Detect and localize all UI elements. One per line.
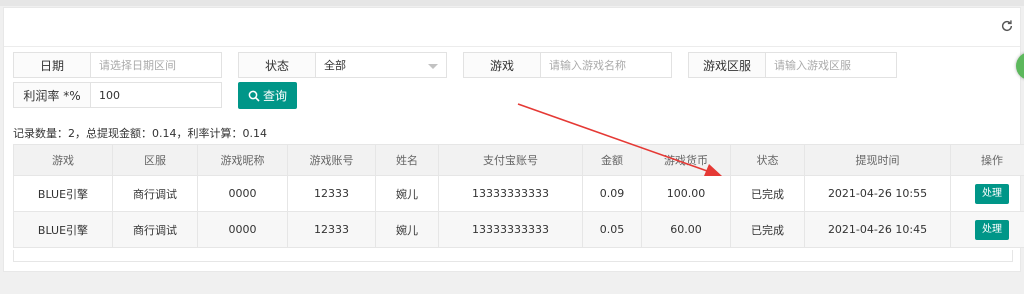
server-filter: 游戏区服 <box>688 52 897 78</box>
cell-time: 2021-04-26 10:55 <box>804 175 951 212</box>
cell-nickname: 0000 <box>197 211 288 248</box>
top-bar <box>0 0 1024 6</box>
cell-account: 12333 <box>287 175 376 212</box>
cell-server: 商行调试 <box>112 175 198 212</box>
status-filter: 状态 全部 <box>238 52 447 78</box>
profit-rate-input[interactable] <box>91 83 221 107</box>
cell-name: 婉儿 <box>375 175 439 212</box>
column-header: 操作 <box>950 144 1024 176</box>
panel-header <box>4 8 1020 47</box>
cell-game: BLUE引擎 <box>13 175 113 212</box>
cell-nickname: 0000 <box>197 175 288 212</box>
cell-amount: 0.05 <box>582 211 642 248</box>
search-button[interactable]: 查询 <box>238 82 297 109</box>
column-header: 提现时间 <box>804 144 951 176</box>
cell-currency: 60.00 <box>641 211 731 248</box>
handle-button[interactable]: 处理 <box>975 219 1009 240</box>
date-label: 日期 <box>14 53 91 77</box>
status-select[interactable]: 全部 <box>316 53 446 77</box>
column-header: 区服 <box>112 144 198 176</box>
game-label: 游戏 <box>464 53 541 77</box>
status-label: 状态 <box>239 53 316 77</box>
cell-currency: 100.00 <box>641 175 731 212</box>
cell-name: 婉儿 <box>375 211 439 248</box>
table-row: BLUE引擎 商行调试 0000 12333 婉儿 13333333333 0.… <box>13 175 1024 212</box>
cell-alipay: 13333333333 <box>438 175 583 212</box>
column-header: 姓名 <box>375 144 439 176</box>
withdrawal-table: 游戏 区服 游戏昵称 游戏账号 姓名 支付宝账号 金额 游戏货币 状态 提现时间… <box>13 144 1024 248</box>
game-name-input[interactable] <box>541 53 671 77</box>
cell-server: 商行调试 <box>112 211 198 248</box>
cell-game: BLUE引擎 <box>13 211 113 248</box>
game-filter: 游戏 <box>463 52 672 78</box>
cell-alipay: 13333333333 <box>438 211 583 248</box>
column-header: 游戏昵称 <box>197 144 288 176</box>
date-filter: 日期 <box>13 52 222 78</box>
date-range-input[interactable] <box>91 53 221 77</box>
cell-account: 12333 <box>287 211 376 248</box>
game-server-input[interactable] <box>766 53 896 77</box>
cell-amount: 0.09 <box>582 175 642 212</box>
column-header: 支付宝账号 <box>438 144 583 176</box>
table-header-row: 游戏 区服 游戏昵称 游戏账号 姓名 支付宝账号 金额 游戏货币 状态 提现时间… <box>13 144 1024 176</box>
column-header: 状态 <box>730 144 805 176</box>
server-label: 游戏区服 <box>689 53 766 77</box>
column-header: 游戏账号 <box>287 144 376 176</box>
search-button-label: 查询 <box>262 89 287 103</box>
cell-time: 2021-04-26 10:45 <box>804 211 951 248</box>
chevron-down-icon <box>428 64 438 69</box>
refresh-icon[interactable] <box>1000 19 1014 33</box>
profit-rate-label: 利润率 *% <box>14 83 91 107</box>
profit-rate-filter: 利润率 *% <box>13 82 222 108</box>
record-summary: 记录数量：2，总提现金额：0.14，利率计算：0.14 <box>13 127 267 140</box>
handle-button[interactable]: 处理 <box>975 183 1009 204</box>
table-row: BLUE引擎 商行调试 0000 12333 婉儿 13333333333 0.… <box>13 211 1024 248</box>
status-badge: 已完成 <box>730 211 805 248</box>
search-icon <box>248 90 260 102</box>
table-footer <box>13 250 1013 262</box>
status-select-value: 全部 <box>324 59 346 72</box>
cell-actions: 处理 <box>950 175 1024 212</box>
cell-actions: 处理 <box>950 211 1024 248</box>
column-header: 游戏货币 <box>641 144 731 176</box>
status-badge: 已完成 <box>730 175 805 212</box>
column-header: 游戏 <box>13 144 113 176</box>
column-header: 金额 <box>582 144 642 176</box>
